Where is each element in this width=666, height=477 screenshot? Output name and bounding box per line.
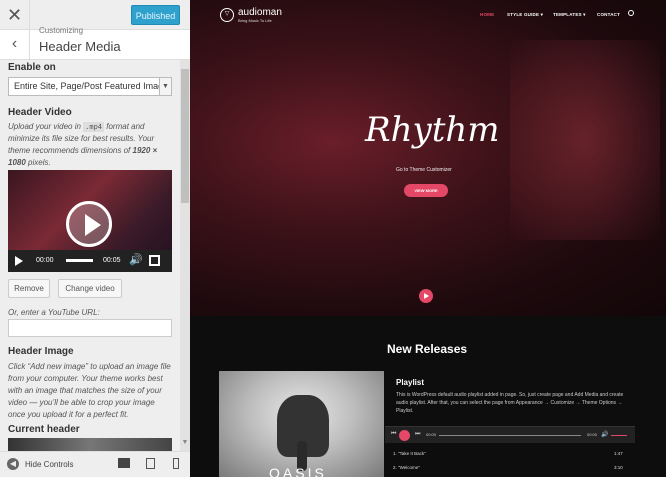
play-button[interactable] (399, 430, 410, 441)
track-duration: 1:47 (614, 451, 623, 456)
customizer-footer: ◀ Hide Controls (0, 451, 190, 477)
nav-templates[interactable]: TEMPLATES ▾ (553, 12, 586, 18)
header-video-desc-part: Upload your video in (8, 122, 84, 131)
view-more-button[interactable]: VIEW MORE (404, 184, 448, 197)
enable-on-select[interactable]: Entire Site, Page/Post Featured Image ▼ (8, 77, 172, 96)
next-icon[interactable]: ⏭ (415, 431, 420, 438)
enable-on-label: Enable on (8, 62, 56, 73)
scrollbar-thumb[interactable] (181, 69, 189, 203)
tablet-preview-icon[interactable] (146, 458, 155, 469)
video-preview: 00:00 00:05 🔊 (8, 170, 172, 272)
releases-heading: New Releases (387, 342, 468, 356)
header-video-description: Upload your video in .mp4 format and min… (8, 121, 173, 169)
section-content: Enable on Entire Site, Page/Post Feature… (0, 60, 180, 451)
header-video-desc-part: pixels. (25, 158, 51, 167)
mobile-preview-icon[interactable] (173, 458, 179, 469)
hide-controls-button[interactable]: Hide Controls (25, 460, 73, 469)
site-tagline: Bring Music To Life (238, 18, 272, 23)
nav-contact[interactable]: CONTACT (597, 12, 620, 17)
current-header-thumbnail[interactable] (8, 438, 172, 451)
logo-icon[interactable]: ▽ (220, 8, 234, 22)
scroll-down-arrow-icon[interactable]: ▼ (180, 439, 190, 451)
remove-video-button[interactable]: Remove (8, 279, 50, 298)
audio-duration: 00:00 (587, 432, 598, 437)
section-title: Header Media (39, 39, 121, 54)
close-icon[interactable]: ✕ (0, 0, 30, 30)
format-code: .mp4 (83, 122, 105, 132)
collapse-icon[interactable]: ◀ (7, 458, 19, 470)
header-image-description: Click “Add new image” to upload an image… (8, 362, 171, 419)
hero-title: Rhythm (365, 110, 500, 150)
video-duration: 00:05 (103, 257, 121, 264)
nav-home[interactable]: HOME (480, 12, 494, 17)
playlist-title: Playlist (396, 378, 425, 387)
video-controls: 00:00 00:05 🔊 (8, 250, 172, 272)
hero-subtitle[interactable]: Go to Theme Customizer (396, 167, 452, 173)
video-progress-bar[interactable] (66, 259, 93, 262)
current-header-label: Current header (8, 424, 80, 435)
video-play-button[interactable] (66, 201, 112, 247)
play-icon[interactable] (15, 256, 23, 266)
album-title: OASIS (269, 465, 327, 477)
video-current-time: 00:00 (36, 257, 54, 264)
header-video-label: Header Video (8, 107, 72, 118)
publish-button[interactable]: Published (131, 5, 180, 25)
nav-style-guide[interactable]: STYLE GUIDE ▾ (507, 12, 543, 18)
youtube-url-input[interactable] (8, 319, 172, 337)
breadcrumb: Customizing (39, 26, 84, 35)
youtube-label: Or, enter a YouTube URL: (8, 308, 100, 317)
desktop-preview-icon[interactable] (118, 458, 130, 468)
playlist-description: This is WordPress default audio playlist… (396, 392, 624, 414)
customizer-panel: ✕ Published ‹ Customizing Header Media E… (0, 0, 190, 477)
search-icon[interactable] (628, 10, 634, 16)
volume-icon[interactable]: 🔊 (601, 431, 608, 438)
track-item[interactable]: 1. "Take It Back" (393, 451, 426, 456)
audio-progress-bar[interactable] (439, 435, 581, 436)
customizer-topbar: ✕ Published (0, 0, 190, 30)
audio-player: ⏮ ⏭ 00:00 00:00 🔊 (385, 426, 635, 443)
hero-play-button[interactable] (419, 289, 433, 303)
previous-icon[interactable]: ⏮ (391, 431, 396, 438)
site-preview: ▽ audioman Bring Music To Life HOME STYL… (190, 0, 666, 477)
album-cover[interactable]: OASIS (219, 371, 384, 477)
volume-slider[interactable] (611, 435, 627, 436)
hero-section: ▽ audioman Bring Music To Life HOME STYL… (190, 0, 666, 316)
back-chevron-icon[interactable]: ‹ (0, 30, 30, 60)
audio-current-time: 00:00 (426, 432, 437, 437)
site-name[interactable]: audioman (238, 7, 282, 18)
volume-icon[interactable]: 🔊 (129, 253, 143, 266)
enable-on-value: Entire Site, Page/Post Featured Image (14, 81, 169, 91)
change-video-button[interactable]: Change video (58, 279, 122, 298)
track-item[interactable]: 2. "Welcome" (393, 465, 420, 470)
chevron-down-icon[interactable]: ▼ (159, 78, 171, 95)
play-icon (85, 214, 101, 236)
header-image-label: Header Image (8, 346, 74, 357)
hero-glow (510, 40, 660, 240)
fullscreen-icon[interactable] (149, 255, 160, 266)
track-duration: 3:10 (614, 465, 623, 470)
section-header: ‹ Customizing Header Media (0, 26, 190, 60)
play-icon (424, 293, 429, 299)
